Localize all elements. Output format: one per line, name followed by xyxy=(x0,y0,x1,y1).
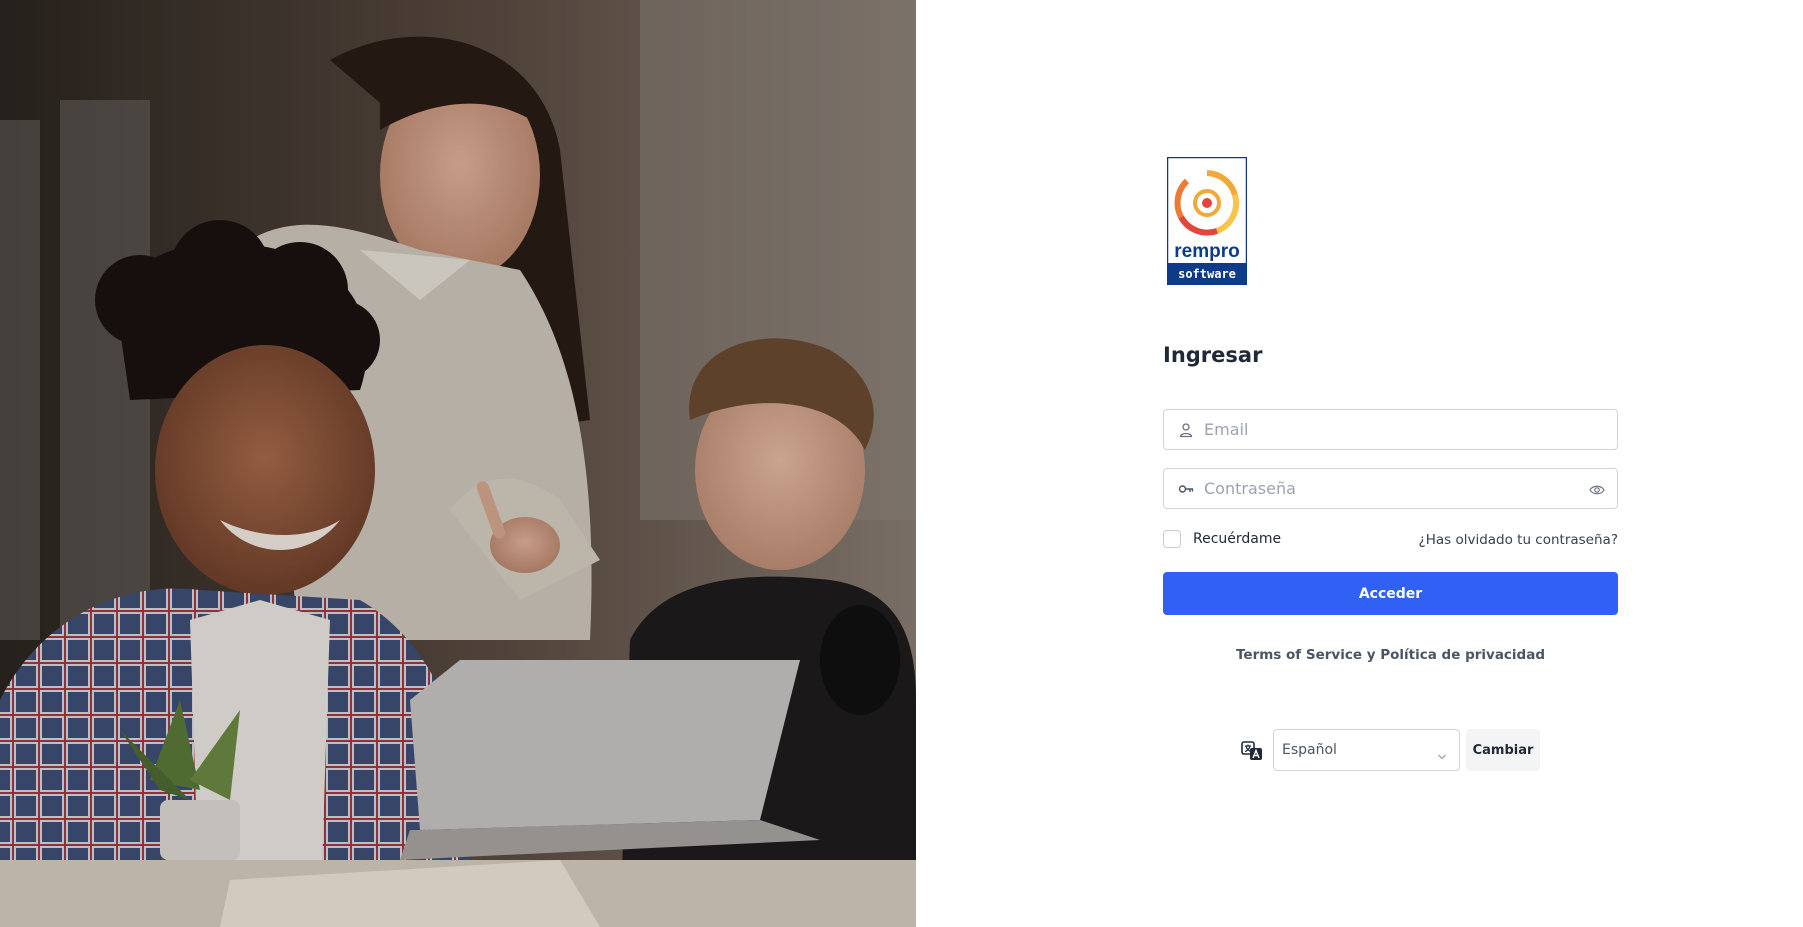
legal-conjunction: y xyxy=(1366,647,1376,663)
login-button[interactable]: Acceder xyxy=(1163,572,1618,615)
language-selected: Español xyxy=(1282,742,1337,758)
login-page: rempro software Ingresar Email Recuérdam… xyxy=(0,0,1803,927)
language-select[interactable]: Español xyxy=(1273,729,1460,771)
forgot-password-link[interactable]: ¿Has olvidado tu contraseña? xyxy=(1419,532,1618,548)
students-with-laptop-photo xyxy=(0,0,916,927)
email-input[interactable] xyxy=(1204,410,1594,449)
privacy-link[interactable]: Política de privacidad xyxy=(1380,647,1545,663)
eye-icon[interactable] xyxy=(1589,482,1605,496)
language-switcher: Español Cambiar xyxy=(1163,729,1618,771)
login-panel: rempro software Ingresar Email Recuérdam… xyxy=(916,0,1803,927)
page-title: Ingresar xyxy=(1163,343,1263,367)
password-field[interactable] xyxy=(1163,468,1618,509)
logo-subtext: software xyxy=(1178,267,1236,281)
key-icon xyxy=(1178,481,1194,497)
logo-wordmark: rempro xyxy=(1174,241,1239,262)
chevron-down-icon xyxy=(1437,746,1447,760)
rempro-logo: rempro software xyxy=(1166,156,1248,286)
terms-link[interactable]: Terms of Service xyxy=(1236,647,1362,663)
remember-checkbox[interactable] xyxy=(1163,530,1181,548)
remember-me[interactable]: Recuérdame xyxy=(1163,530,1281,548)
password-input[interactable] xyxy=(1204,469,1594,508)
translate-icon xyxy=(1241,741,1263,761)
email-field[interactable] xyxy=(1163,409,1618,450)
hero-photo xyxy=(0,0,916,927)
rempro-logo-image: rempro software xyxy=(1166,156,1248,286)
change-language-button[interactable]: Cambiar xyxy=(1466,729,1540,771)
legal-links: Terms of Service y Política de privacida… xyxy=(1163,647,1618,663)
login-form: rempro software Ingresar Email Recuérdam… xyxy=(1163,0,1618,927)
remember-label: Recuérdame xyxy=(1193,531,1282,547)
user-icon xyxy=(1178,422,1194,438)
